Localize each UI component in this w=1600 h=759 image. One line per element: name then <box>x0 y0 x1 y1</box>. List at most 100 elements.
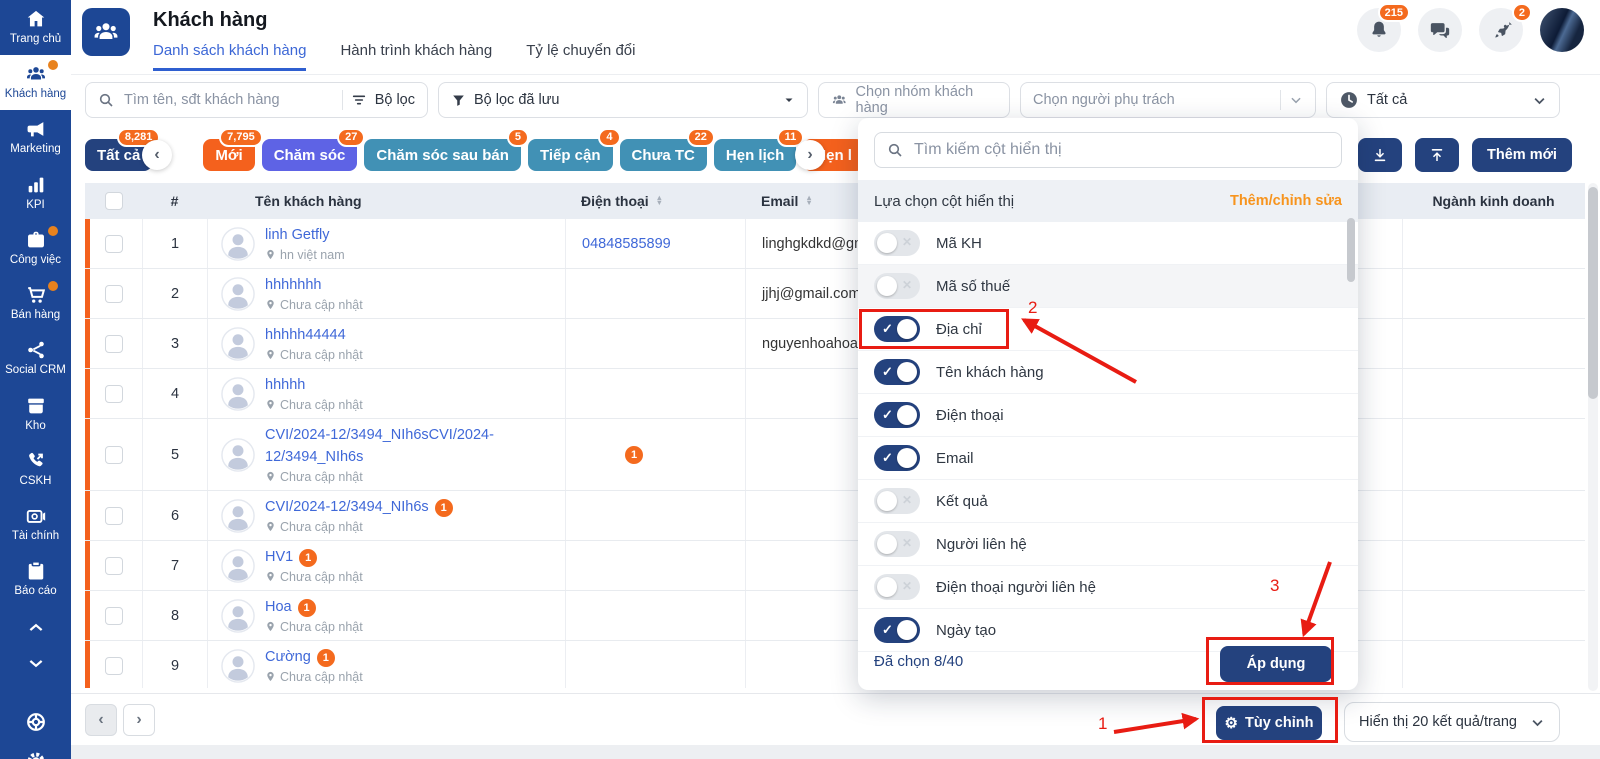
toggle-switch[interactable]: ✓ ✕ <box>874 273 920 299</box>
sort-icon[interactable]: ▲▼ <box>656 196 663 205</box>
row-checkbox[interactable] <box>105 507 123 525</box>
column-toggle-item[interactable]: ✓ ✕ Người liên hệ <box>858 523 1358 566</box>
next-page-button[interactable]: › <box>123 704 155 736</box>
sidebar-item[interactable] <box>0 607 71 646</box>
chips-scroll-left-button[interactable]: ‹ <box>142 140 172 170</box>
sidebar-item[interactable] <box>0 646 71 685</box>
row-checkbox[interactable] <box>105 657 123 675</box>
table-row[interactable]: 3 hhhhh44444 Chưa cập nhật nguyenhoahoa1 <box>85 319 1585 369</box>
phone-link[interactable] <box>565 319 745 368</box>
customer-group-select[interactable]: Chọn nhóm khách hàng <box>818 82 1010 118</box>
column-toggle-item[interactable]: ✓ ✕ Email <box>858 437 1358 480</box>
whats-new-rocket-button[interactable]: 2 <box>1479 8 1523 52</box>
sidebar-item[interactable]: CSKH <box>0 442 71 497</box>
sidebar-item[interactable]: Kho <box>0 387 71 442</box>
status-chip[interactable]: Chưa TC 22 <box>620 139 707 171</box>
tab[interactable]: Tỷ lệ chuyển đổi <box>526 42 635 71</box>
column-toggle-item[interactable]: ✓ ✕ Điện thoại người liên hệ <box>858 566 1358 609</box>
phone-link[interactable] <box>565 369 745 418</box>
toggle-switch[interactable]: ✓ ✕ <box>874 531 920 557</box>
column-search-input[interactable] <box>912 140 1329 160</box>
column-toggle-item[interactable]: ✓ ✕ Địa chỉ <box>858 308 1358 351</box>
table-row[interactable]: 8 Hoa1 Chưa cập nhật <box>85 591 1585 641</box>
dropdown-scrollbar-thumb[interactable] <box>1347 218 1355 282</box>
phone-link[interactable] <box>565 541 745 590</box>
row-checkbox[interactable] <box>105 607 123 625</box>
column-toggle-item[interactable]: ✓ ✕ Điện thoại <box>858 394 1358 437</box>
column-toggle-item[interactable]: ✓ ✕ Kết quả <box>858 480 1358 523</box>
import-button[interactable] <box>1415 138 1459 172</box>
customer-name-link[interactable]: hhhhh <box>265 375 363 397</box>
notifications-bell-button[interactable]: 215 <box>1357 8 1401 52</box>
sidebar-item[interactable]: KPI <box>0 166 71 221</box>
customer-name-link[interactable]: hhhhhhh <box>265 275 363 297</box>
column-toggle-item[interactable]: ✓ ✕ Tên khách hàng <box>858 351 1358 394</box>
toggle-switch[interactable]: ✓ ✕ <box>874 445 920 471</box>
sidebar-item[interactable]: Trang chủ <box>0 0 71 55</box>
filter-button[interactable]: Bộ lọc <box>375 92 415 108</box>
prev-page-button[interactable]: ‹ <box>85 704 117 736</box>
phone-link[interactable] <box>565 641 745 688</box>
table-row[interactable]: 6 CVI/2024-12/3494_NIh6s1 Chưa cập nhật <box>85 491 1585 541</box>
sidebar-item[interactable]: Social CRM <box>0 331 71 386</box>
table-row[interactable]: 2 hhhhhhh Chưa cập nhật jjhj@gmail.com <box>85 269 1585 319</box>
phone-link[interactable] <box>565 419 745 490</box>
customer-name-link[interactable]: HV11 <box>265 547 363 569</box>
chat-button[interactable] <box>1418 8 1462 52</box>
chips-scroll-right-button[interactable]: › <box>795 140 825 170</box>
table-row[interactable]: 1 linh Getfly hn việt nam 04848585899 li… <box>85 219 1585 269</box>
status-chip[interactable]: Hẹn lịch 11 <box>714 139 796 171</box>
table-row[interactable]: 9 Cường1 Chưa cập nhật <box>85 641 1585 688</box>
row-checkbox[interactable] <box>105 335 123 353</box>
row-checkbox[interactable] <box>105 557 123 575</box>
customize-button[interactable]: ⚙ Tùy chỉnh <box>1216 706 1322 740</box>
row-checkbox[interactable] <box>105 285 123 303</box>
status-chip[interactable]: Chăm sóc 27 <box>262 139 358 171</box>
phone-link[interactable] <box>565 491 745 540</box>
row-checkbox[interactable] <box>105 235 123 253</box>
table-row[interactable]: 5 CVI/2024-12/3494_NIh6sCVI/2024-12/3494… <box>85 419 1585 491</box>
toggle-switch[interactable]: ✓ ✕ <box>874 359 920 385</box>
customer-name-link[interactable]: Cường1 <box>265 647 363 669</box>
assignee-select[interactable]: Chọn người phụ trách <box>1020 82 1316 118</box>
sidebar-item[interactable]: Khách hàng <box>0 55 71 110</box>
toggle-switch[interactable]: ✓ ✕ <box>874 574 920 600</box>
customer-name-link[interactable]: hhhhh44444 <box>265 325 363 347</box>
toggle-switch[interactable]: ✓ ✕ <box>874 617 920 643</box>
column-toggle-item[interactable]: ✓ ✕ Mã KH <box>858 222 1358 265</box>
column-toggle-item[interactable]: ✓ ✕ Mã số thuế <box>858 265 1358 308</box>
sidebar-item[interactable] <box>0 742 71 759</box>
status-chip[interactable]: Chăm sóc sau bán 5 <box>364 139 521 171</box>
tab[interactable]: Hành trình khách hàng <box>340 42 492 71</box>
customer-search-input[interactable] <box>122 91 334 109</box>
status-chip[interactable]: Mới 7,795 <box>203 139 254 171</box>
status-chip[interactable]: Tiếp cận 4 <box>528 139 613 171</box>
table-row[interactable]: 4 hhhhh Chưa cập nhật <box>85 369 1585 419</box>
sidebar-item[interactable]: Công việc <box>0 221 71 276</box>
saved-filters-select[interactable]: Bộ lọc đã lưu <box>438 82 808 118</box>
phone-link[interactable] <box>565 269 745 318</box>
sidebar-item[interactable]: Báo cáo <box>0 552 71 607</box>
toggle-switch[interactable]: ✓ ✕ <box>874 402 920 428</box>
customer-name-link[interactable]: Hoa1 <box>265 597 363 619</box>
sidebar-item[interactable]: Bán hàng <box>0 276 71 331</box>
time-filter-select[interactable]: Tất cả <box>1326 82 1560 118</box>
row-checkbox[interactable] <box>105 385 123 403</box>
add-edit-columns-link[interactable]: Thêm/chỉnh sửa <box>1230 193 1342 209</box>
row-checkbox[interactable] <box>105 446 123 464</box>
customer-name-link[interactable]: CVI/2024-12/3494_NIh6s1 <box>265 497 453 519</box>
sidebar-item[interactable]: Marketing <box>0 110 71 165</box>
toggle-switch[interactable]: ✓ ✕ <box>874 230 920 256</box>
toggle-switch[interactable]: ✓ ✕ <box>874 488 920 514</box>
sidebar-item[interactable]: Tài chính <box>0 497 71 552</box>
export-button[interactable] <box>1358 138 1402 172</box>
toggle-switch[interactable]: ✓ ✕ <box>874 316 920 342</box>
sidebar-item[interactable] <box>0 703 71 742</box>
customer-name-link[interactable]: CVI/2024-12/3494_NIh6sCVI/2024-12/3494_N… <box>265 425 565 469</box>
sort-icon[interactable]: ▲▼ <box>805 196 812 205</box>
phone-link[interactable]: 04848585899 <box>565 219 745 268</box>
apply-button[interactable]: Áp dụng <box>1220 646 1332 682</box>
phone-link[interactable] <box>565 591 745 640</box>
table-row[interactable]: 7 HV11 Chưa cập nhật <box>85 541 1585 591</box>
page-scrollbar-thumb[interactable] <box>1588 187 1598 399</box>
